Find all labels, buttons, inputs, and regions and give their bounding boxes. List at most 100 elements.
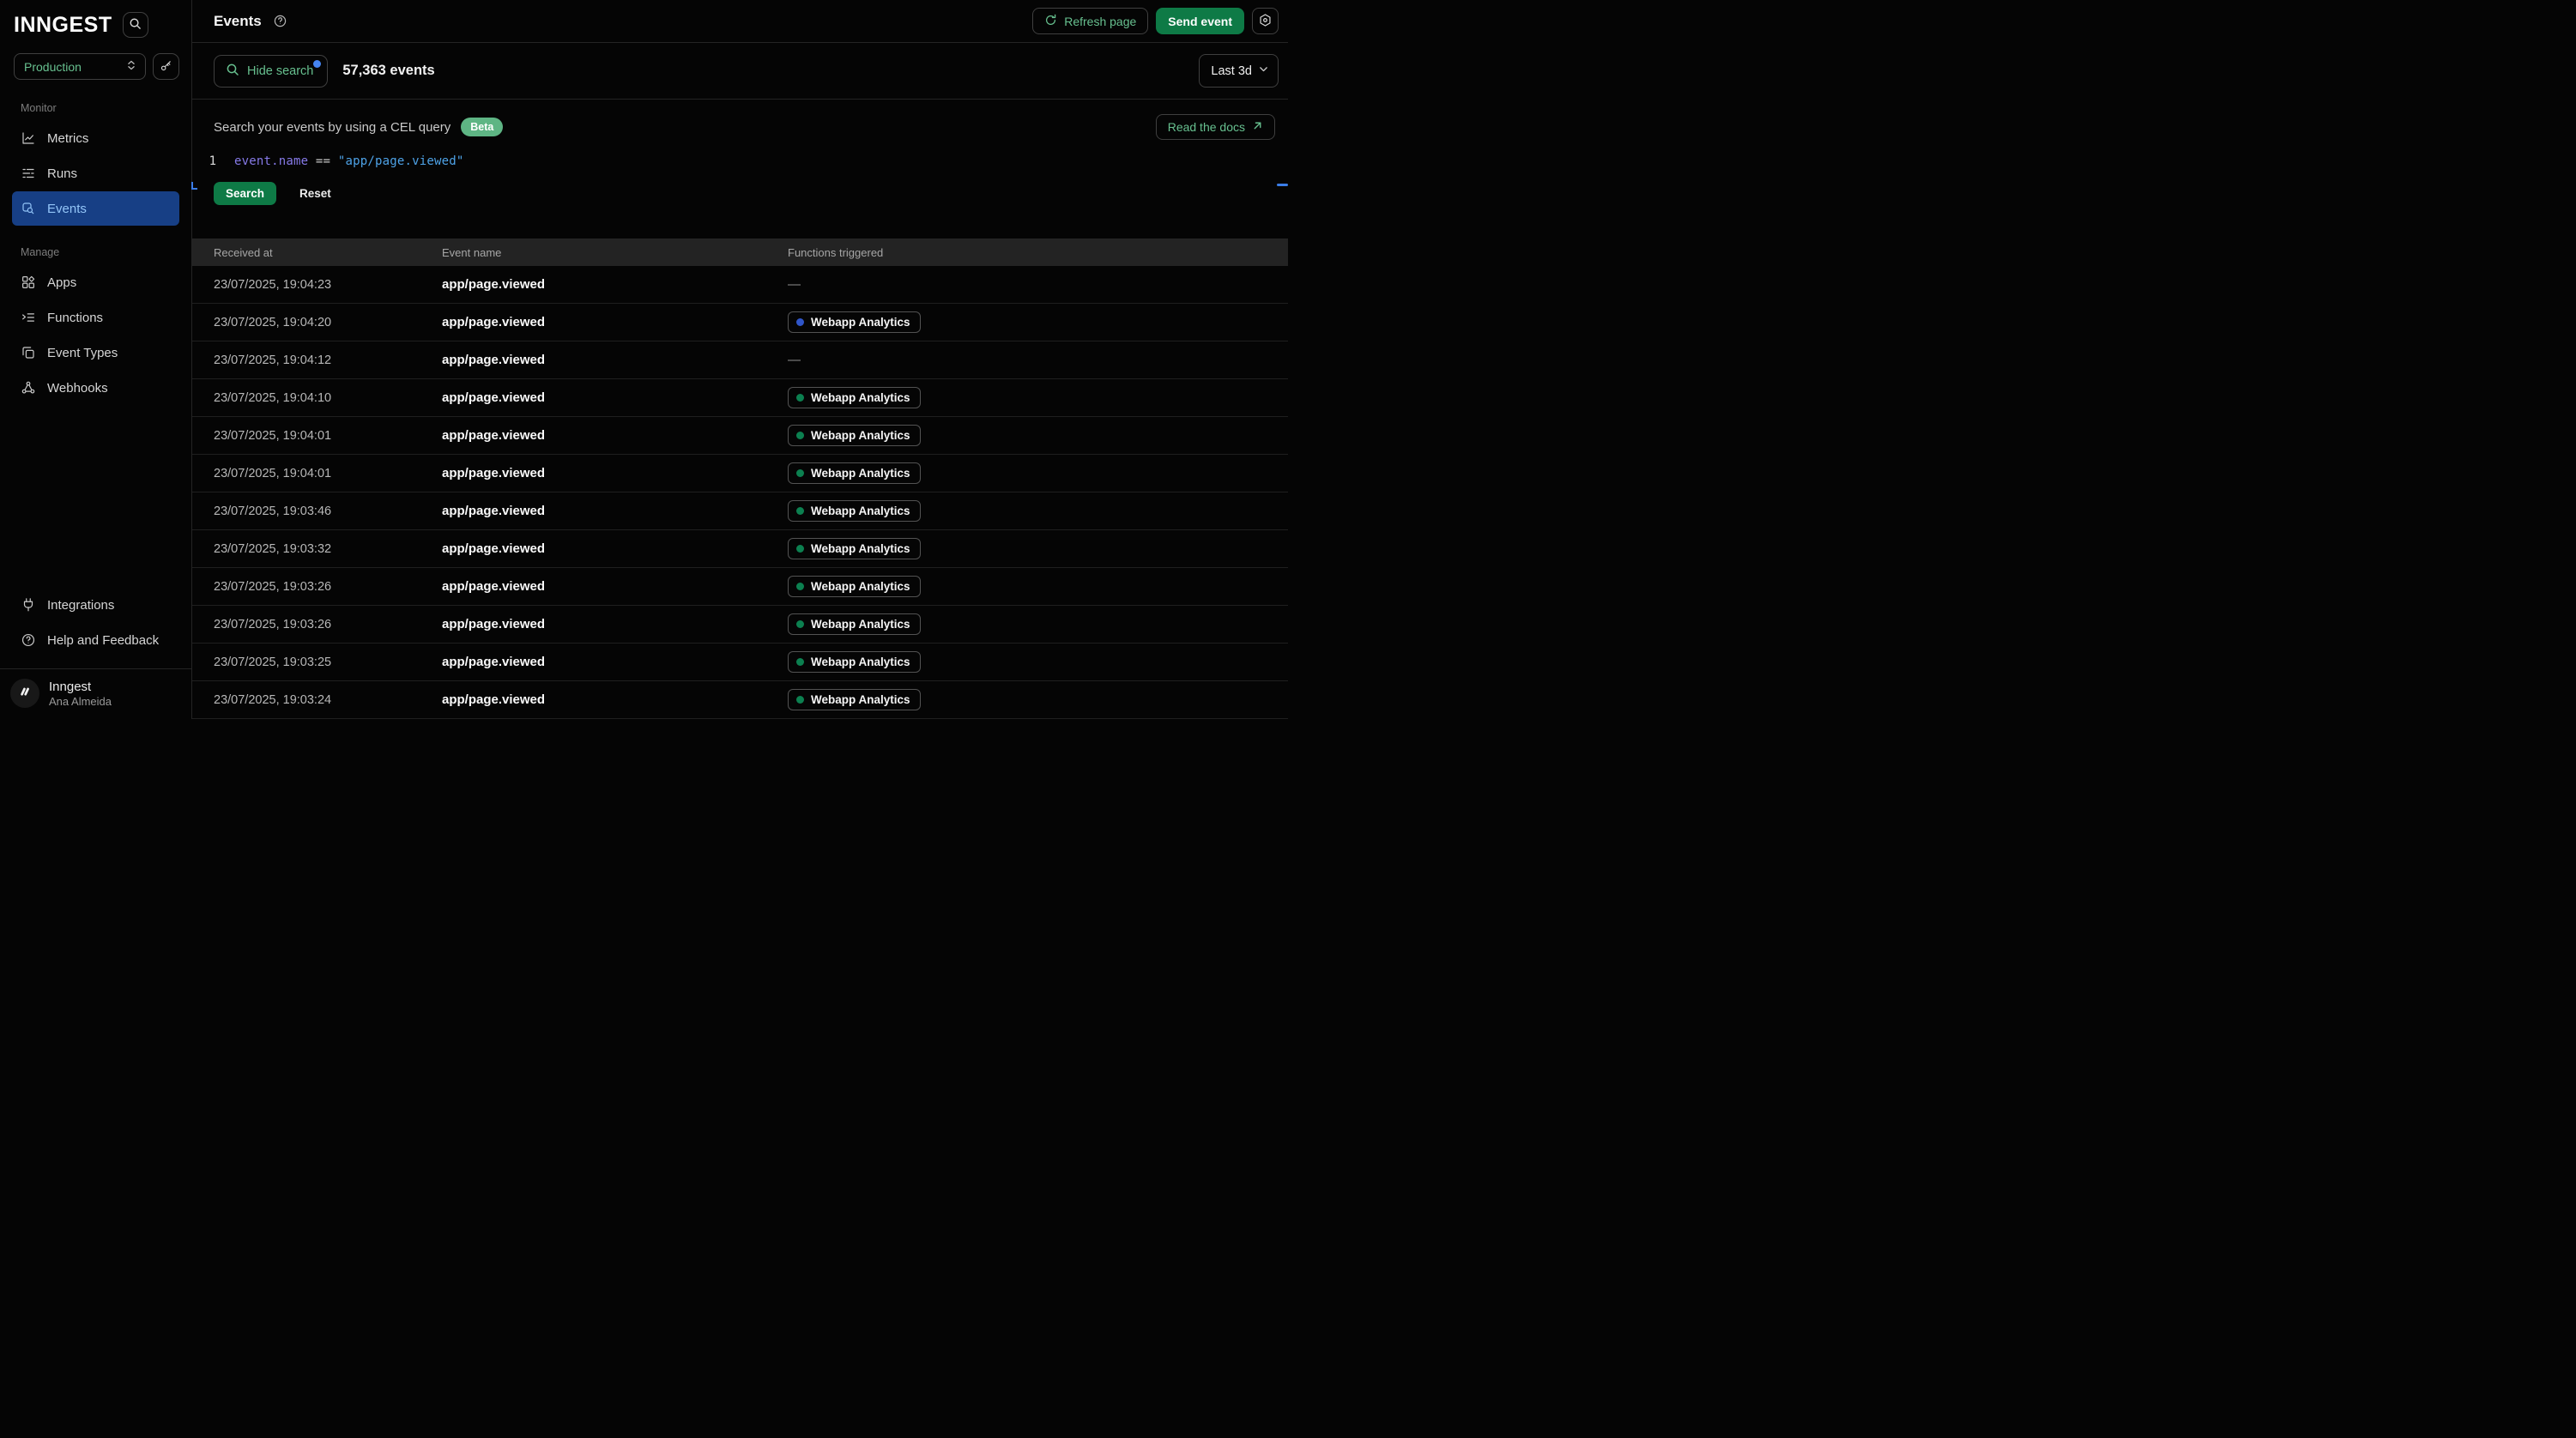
- help-icon: [21, 632, 36, 648]
- table-row[interactable]: 23/07/2025, 19:04:01app/page.viewedWebap…: [192, 417, 1288, 455]
- table-row[interactable]: 23/07/2025, 19:03:25app/page.viewedWebap…: [192, 643, 1288, 681]
- send-event-button[interactable]: Send event: [1156, 8, 1244, 34]
- sidebar-item-webhooks[interactable]: Webhooks: [12, 371, 179, 405]
- cell-event-name: app/page.viewed: [442, 655, 788, 669]
- cell-functions-triggered: Webapp Analytics: [788, 613, 1288, 635]
- cell-event-name: app/page.viewed: [442, 277, 788, 292]
- function-badge[interactable]: Webapp Analytics: [788, 576, 921, 597]
- sidebar: INNGEST Production: [0, 0, 192, 719]
- hide-search-button[interactable]: Hide search: [214, 55, 328, 88]
- app-root: INNGEST Production: [0, 0, 1288, 719]
- function-status-dot-green: [796, 696, 804, 704]
- function-badge[interactable]: Webapp Analytics: [788, 538, 921, 559]
- help-circle-icon[interactable]: [273, 14, 287, 28]
- column-header-received-at: Received at: [214, 246, 442, 259]
- table-row[interactable]: 23/07/2025, 19:04:12app/page.viewed—: [192, 341, 1288, 379]
- function-badge[interactable]: Webapp Analytics: [788, 689, 921, 710]
- table-row[interactable]: 23/07/2025, 19:03:24app/page.viewedWebap…: [192, 681, 1288, 719]
- code-token-str: "app/page.viewed": [338, 154, 464, 168]
- function-status-dot-green: [796, 507, 804, 515]
- key-icon: [160, 59, 172, 75]
- sidebar-item-apps[interactable]: Apps: [12, 265, 179, 299]
- sidebar-item-help-and-feedback[interactable]: Help and Feedback: [12, 623, 179, 657]
- reset-button[interactable]: Reset: [299, 187, 331, 200]
- editor-cursor-mark-right: [1277, 184, 1288, 186]
- sidebar-nav: MonitorMetricsRunsEventsManageAppsFuncti…: [0, 80, 191, 406]
- metrics-icon: [21, 130, 36, 146]
- event-keys-button[interactable]: [153, 53, 179, 80]
- table-row[interactable]: 23/07/2025, 19:04:23app/page.viewed—: [192, 266, 1288, 304]
- table-row[interactable]: 23/07/2025, 19:03:46app/page.viewedWebap…: [192, 492, 1288, 530]
- cell-received-at: 23/07/2025, 19:03:26: [214, 580, 442, 594]
- sidebar-item-metrics[interactable]: Metrics: [12, 121, 179, 155]
- cel-panel-title: Search your events by using a CEL query: [214, 120, 450, 135]
- read-the-docs-button[interactable]: Read the docs: [1156, 114, 1275, 140]
- sidebar-item-label: Functions: [47, 311, 103, 325]
- cell-received-at: 23/07/2025, 19:03:32: [214, 542, 442, 556]
- editor-line-number: 1: [204, 154, 216, 168]
- function-badge[interactable]: Webapp Analytics: [788, 387, 921, 408]
- function-badge-label: Webapp Analytics: [811, 505, 910, 517]
- cell-event-name: app/page.viewed: [442, 466, 788, 480]
- sidebar-item-label: Metrics: [47, 131, 88, 146]
- sidebar-item-functions[interactable]: Functions: [12, 300, 179, 335]
- function-badge-label: Webapp Analytics: [811, 580, 910, 593]
- function-badge[interactable]: Webapp Analytics: [788, 425, 921, 446]
- sidebar-item-label: Help and Feedback: [47, 633, 159, 648]
- table-row[interactable]: 23/07/2025, 19:04:01app/page.viewedWebap…: [192, 455, 1288, 492]
- table-row[interactable]: 23/07/2025, 19:04:20app/page.viewedWebap…: [192, 304, 1288, 341]
- user-menu[interactable]: Inngest Ana Almeida: [0, 669, 191, 719]
- table-row[interactable]: 23/07/2025, 19:03:26app/page.viewedWebap…: [192, 606, 1288, 643]
- sidebar-item-integrations[interactable]: Integrations: [12, 588, 179, 622]
- function-status-dot-blue: [796, 318, 804, 326]
- table-row[interactable]: 23/07/2025, 19:04:10app/page.viewedWebap…: [192, 379, 1288, 417]
- function-badge[interactable]: Webapp Analytics: [788, 613, 921, 635]
- cell-functions-triggered: Webapp Analytics: [788, 651, 1288, 673]
- function-badge[interactable]: Webapp Analytics: [788, 311, 921, 333]
- functions-icon: [21, 310, 36, 325]
- function-badge-label: Webapp Analytics: [811, 467, 910, 480]
- search-button[interactable]: Search: [214, 182, 276, 205]
- cell-received-at: 23/07/2025, 19:04:23: [214, 278, 442, 292]
- table-header: Received at Event name Functions trigger…: [192, 239, 1288, 266]
- sidebar-item-event-types[interactable]: Event Types: [12, 335, 179, 370]
- hide-search-label: Hide search: [247, 64, 313, 78]
- function-badge[interactable]: Webapp Analytics: [788, 651, 921, 673]
- sidebar-item-runs[interactable]: Runs: [12, 156, 179, 190]
- refresh-page-button[interactable]: Refresh page: [1032, 8, 1148, 34]
- function-badge[interactable]: Webapp Analytics: [788, 500, 921, 522]
- cel-query-editor[interactable]: 1 event.name == "app/page.viewed": [204, 154, 1275, 168]
- column-header-functions-triggered: Functions triggered: [788, 246, 1288, 259]
- function-badge[interactable]: Webapp Analytics: [788, 462, 921, 484]
- sidebar-item-label: Events: [47, 202, 87, 216]
- table-body: 23/07/2025, 19:04:23app/page.viewed—23/0…: [192, 266, 1288, 719]
- table-row[interactable]: 23/07/2025, 19:03:26app/page.viewedWebap…: [192, 568, 1288, 606]
- runs-icon: [21, 166, 36, 181]
- chevron-down-icon: [1258, 63, 1269, 78]
- events-count: 57,363 events: [342, 63, 434, 79]
- events-table: Received at Event name Functions trigger…: [192, 239, 1288, 719]
- sidebar-item-events[interactable]: Events: [12, 191, 179, 226]
- cell-event-name: app/page.viewed: [442, 353, 788, 367]
- sidebar-item-label: Integrations: [47, 598, 114, 613]
- cell-event-name: app/page.viewed: [442, 504, 788, 518]
- integrations-icon: [21, 597, 36, 613]
- table-row[interactable]: 23/07/2025, 19:03:32app/page.viewedWebap…: [192, 530, 1288, 568]
- cell-received-at: 23/07/2025, 19:03:24: [214, 693, 442, 707]
- user-name: Ana Almeida: [49, 695, 112, 708]
- sidebar-search-button[interactable]: [123, 12, 148, 38]
- settings-button[interactable]: [1252, 8, 1279, 34]
- inngest-mark-icon: [17, 684, 33, 704]
- sidebar-item-label: Event Types: [47, 346, 118, 360]
- function-badge-label: Webapp Analytics: [811, 316, 910, 329]
- sidebar-top: INNGEST Production: [0, 0, 191, 80]
- code-token-prop: event.name: [234, 154, 308, 168]
- no-function-dash: —: [788, 277, 801, 292]
- webhooks-icon: [21, 380, 36, 396]
- time-range-select[interactable]: Last 3d: [1199, 54, 1279, 88]
- function-badge-label: Webapp Analytics: [811, 542, 910, 555]
- cell-received-at: 23/07/2025, 19:04:20: [214, 316, 442, 329]
- code-token-op: ==: [308, 154, 338, 168]
- environment-selector[interactable]: Production: [14, 53, 146, 80]
- editor-cursor-mark-left: [191, 182, 197, 190]
